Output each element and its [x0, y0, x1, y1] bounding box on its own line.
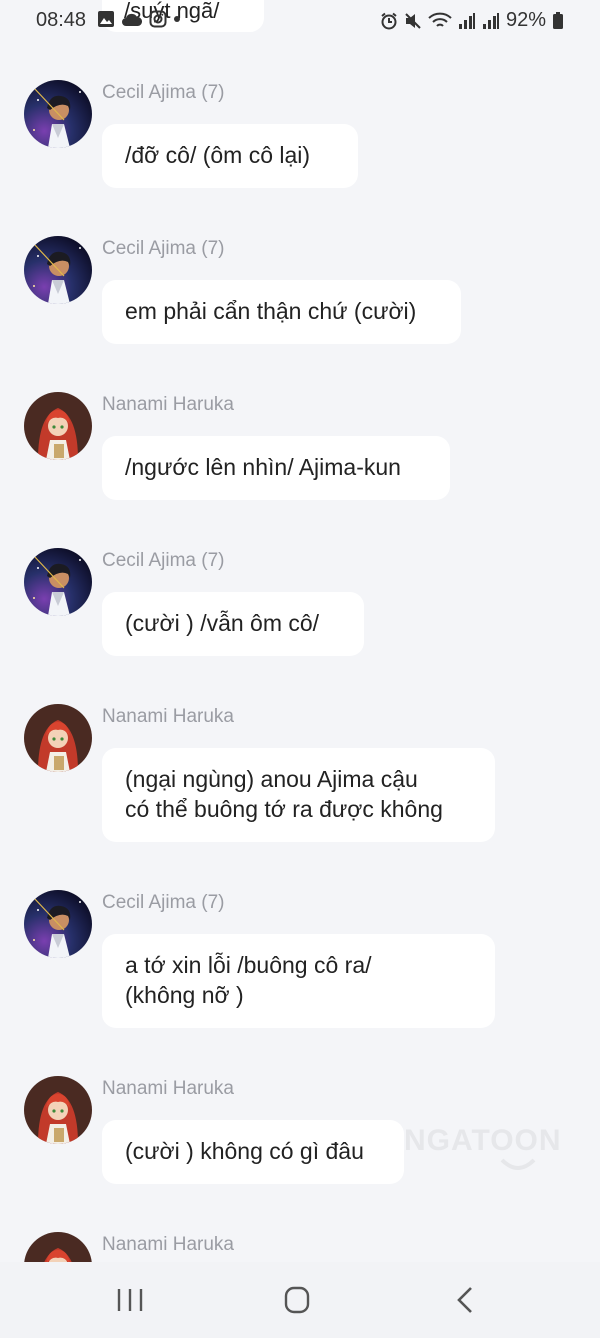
message-bubble[interactable]: em phải cẩn thận chứ (cười)	[102, 280, 461, 344]
avatar-nanami[interactable]	[24, 1076, 92, 1144]
message-bubble[interactable]: a tớ xin lỗi /buông cô ra/ (không nỡ )	[102, 934, 495, 1028]
message-bubble[interactable]: (ngại ngùng) anou Ajima cậu có thể buông…	[102, 748, 495, 842]
battery-percentage: 92%	[505, 9, 546, 31]
dot-icon	[173, 15, 181, 23]
recent-apps-button[interactable]	[110, 1284, 150, 1316]
message-text: /ngước lên nhìn/ Ajima-kun	[125, 454, 401, 480]
message-text: (ngại ngùng) anou Ajima cậu có thể buông…	[125, 766, 443, 822]
status-bar: 08:48 92%	[0, 0, 600, 40]
message-text: em phải cẩn thận chứ (cười)	[125, 298, 417, 324]
sender-name: Cecil Ajima (7)	[102, 550, 225, 571]
sender-name: Cecil Ajima (7)	[102, 892, 225, 913]
signal-icon	[458, 12, 476, 30]
message-text: (cười ) /vẫn ôm cô/	[125, 610, 320, 636]
wifi-icon	[428, 12, 452, 30]
status-right-icons: 92%	[380, 9, 564, 32]
back-icon	[457, 1287, 472, 1313]
sender-name: Nanami Haruka	[102, 706, 234, 727]
instagram-icon	[149, 10, 167, 28]
avatar-cecil[interactable]	[24, 236, 92, 304]
image-icon	[97, 10, 115, 28]
navigation-bar	[0, 1262, 600, 1338]
status-left-icons	[97, 10, 181, 28]
avatar-nanami[interactable]	[24, 704, 92, 772]
signal-icon	[482, 12, 500, 30]
watermark-smile-icon	[500, 1158, 536, 1177]
mute-icon	[404, 12, 422, 30]
back-button[interactable]	[446, 1284, 486, 1316]
battery-icon	[552, 11, 564, 30]
sender-name: Cecil Ajima (7)	[102, 238, 225, 259]
message-bubble[interactable]: (cười ) không có gì đâu	[102, 1120, 404, 1184]
home-button[interactable]	[277, 1284, 317, 1316]
message-bubble[interactable]: /ngước lên nhìn/ Ajima-kun	[102, 436, 450, 500]
sender-name: Cecil Ajima (7)	[102, 82, 225, 103]
message-bubble[interactable]: /đỡ cô/ (ôm cô lại)	[102, 124, 358, 188]
status-time: 08:48	[36, 9, 87, 31]
home-icon	[284, 1286, 310, 1314]
message-bubble[interactable]: (cười ) /vẫn ôm cô/	[102, 592, 364, 656]
sender-name: Nanami Haruka	[102, 1234, 234, 1255]
avatar-nanami[interactable]	[24, 392, 92, 460]
message-text: a tớ xin lỗi /buông cô ra/ (không nỡ )	[125, 952, 372, 1008]
avatar-cecil[interactable]	[24, 890, 92, 958]
avatar-cecil[interactable]	[24, 80, 92, 148]
sender-name: Nanami Haruka	[102, 394, 234, 415]
alarm-icon	[380, 12, 398, 30]
recent-apps-icon	[117, 1289, 143, 1311]
message-text: /đỡ cô/ (ôm cô lại)	[125, 142, 311, 168]
message-text: (cười ) không có gì đâu	[125, 1138, 364, 1164]
watermark: NGATOON	[404, 1124, 562, 1157]
cloud-icon	[121, 11, 143, 27]
avatar-cecil[interactable]	[24, 548, 92, 616]
sender-name: Nanami Haruka	[102, 1078, 234, 1099]
